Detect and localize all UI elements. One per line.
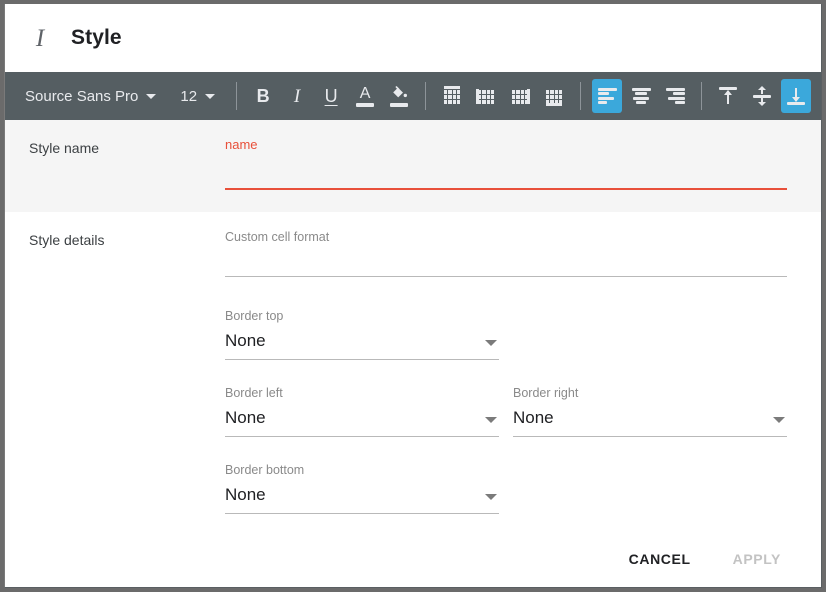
border-top-select-label: Border top bbox=[225, 309, 284, 323]
border-top-icon bbox=[442, 86, 462, 106]
style-name-section: Style name name bbox=[5, 120, 821, 212]
border-right-icon bbox=[510, 86, 531, 106]
toolbar-divider bbox=[580, 82, 582, 110]
align-left-button[interactable] bbox=[592, 79, 623, 113]
style-name-underline bbox=[225, 188, 787, 190]
font-size-select[interactable]: 12 bbox=[174, 79, 221, 113]
toolbar-divider bbox=[236, 82, 238, 110]
border-right-select-label: Border right bbox=[513, 386, 579, 400]
screenshot-root: I Style Source Sans Pro 12 B I U A Style… bbox=[0, 0, 826, 592]
style-name-spacer bbox=[225, 164, 787, 188]
text-color-icon: A bbox=[359, 84, 371, 102]
fill-color-button[interactable] bbox=[384, 79, 414, 113]
border-sides-row: Border left None Border right None bbox=[225, 386, 797, 437]
page-title: Style bbox=[71, 26, 122, 49]
border-bottom-select-underline bbox=[225, 513, 499, 514]
align-middle-icon bbox=[752, 86, 772, 106]
italic-button[interactable]: I bbox=[282, 79, 312, 113]
toolbar-divider bbox=[425, 82, 427, 110]
chevron-down-icon bbox=[146, 93, 157, 99]
dialog-footer: CANCEL APPLY bbox=[5, 531, 821, 587]
align-left-icon bbox=[597, 88, 617, 104]
font-size-value: 12 bbox=[180, 87, 198, 105]
custom-cell-format-spacer bbox=[225, 256, 787, 276]
style-dialog: I Style Source Sans Pro 12 B I U A Style… bbox=[4, 4, 822, 588]
custom-cell-format-field[interactable]: Custom cell format bbox=[225, 230, 787, 277]
border-bottom-select-label: Border bottom bbox=[225, 463, 305, 477]
border-right-button[interactable] bbox=[505, 79, 535, 113]
style-details-section-label: Style details bbox=[29, 232, 105, 248]
dialog-header: I Style bbox=[5, 4, 821, 72]
border-right-select-value: None bbox=[513, 408, 554, 427]
chevron-down-icon bbox=[485, 494, 497, 500]
border-left-select-label: Border left bbox=[225, 386, 283, 400]
style-name-field-label: name bbox=[225, 137, 258, 152]
fill-color-swatch bbox=[390, 103, 409, 107]
border-bottom-select-value: None bbox=[225, 485, 266, 504]
custom-cell-format-underline bbox=[225, 276, 787, 277]
chevron-down-icon bbox=[485, 340, 497, 346]
style-details-fields: Custom cell format Border top None Borde… bbox=[225, 230, 797, 514]
underline-icon: U bbox=[324, 86, 338, 106]
align-middle-button[interactable] bbox=[747, 79, 777, 113]
underline-button[interactable]: U bbox=[316, 79, 346, 113]
style-name-fields: name bbox=[225, 138, 797, 190]
font-family-value: Source Sans Pro bbox=[25, 87, 139, 105]
text-color-swatch bbox=[356, 102, 375, 107]
border-top-select-control[interactable]: None bbox=[225, 329, 499, 359]
border-bottom-select-control[interactable]: None bbox=[225, 483, 499, 513]
align-top-icon bbox=[718, 86, 738, 106]
border-bottom-icon bbox=[544, 86, 564, 106]
chevron-down-icon bbox=[205, 93, 216, 99]
border-top-button[interactable] bbox=[437, 79, 467, 113]
toolbar-divider bbox=[701, 82, 703, 110]
dialog-body: Style name name Style details Custom cel… bbox=[5, 120, 821, 531]
border-right-select[interactable]: Border right None bbox=[513, 386, 787, 437]
italic-icon: I bbox=[293, 85, 301, 107]
align-bottom-icon bbox=[786, 86, 806, 106]
align-top-button[interactable] bbox=[713, 79, 743, 113]
border-top-select-underline bbox=[225, 359, 499, 360]
bold-button[interactable]: B bbox=[248, 79, 278, 113]
formatting-toolbar: Source Sans Pro 12 B I U A bbox=[5, 72, 821, 120]
align-right-icon bbox=[665, 88, 685, 104]
border-bottom-select[interactable]: Border bottom None bbox=[225, 463, 499, 514]
cancel-button[interactable]: CANCEL bbox=[615, 543, 705, 575]
text-color-button[interactable]: A bbox=[350, 79, 380, 113]
align-center-button[interactable] bbox=[626, 79, 656, 113]
border-left-select-underline bbox=[225, 436, 499, 437]
style-name-field[interactable]: name bbox=[225, 138, 787, 190]
font-family-select[interactable]: Source Sans Pro bbox=[19, 79, 162, 113]
align-bottom-button[interactable] bbox=[781, 79, 812, 113]
align-center-icon bbox=[631, 88, 651, 104]
chevron-down-icon bbox=[773, 417, 785, 423]
border-left-select[interactable]: Border left None bbox=[225, 386, 499, 437]
border-left-icon bbox=[476, 86, 496, 106]
border-left-select-control[interactable]: None bbox=[225, 406, 499, 436]
border-top-select-value: None bbox=[225, 331, 266, 350]
bold-icon: B bbox=[256, 86, 270, 106]
style-details-section: Style details Custom cell format Border … bbox=[5, 212, 821, 531]
border-right-select-underline bbox=[513, 436, 787, 437]
style-name-section-label: Style name bbox=[29, 140, 100, 156]
custom-cell-format-label: Custom cell format bbox=[225, 230, 330, 244]
border-left-select-value: None bbox=[225, 408, 266, 427]
align-right-button[interactable] bbox=[660, 79, 690, 113]
chevron-down-icon bbox=[485, 417, 497, 423]
border-left-button[interactable] bbox=[471, 79, 501, 113]
border-bottom-button[interactable] bbox=[539, 79, 569, 113]
italic-style-icon: I bbox=[35, 24, 45, 52]
paint-bucket-icon bbox=[390, 85, 408, 101]
border-top-select[interactable]: Border top None bbox=[225, 309, 499, 360]
apply-button[interactable]: APPLY bbox=[719, 543, 795, 575]
border-right-select-control[interactable]: None bbox=[513, 406, 787, 436]
